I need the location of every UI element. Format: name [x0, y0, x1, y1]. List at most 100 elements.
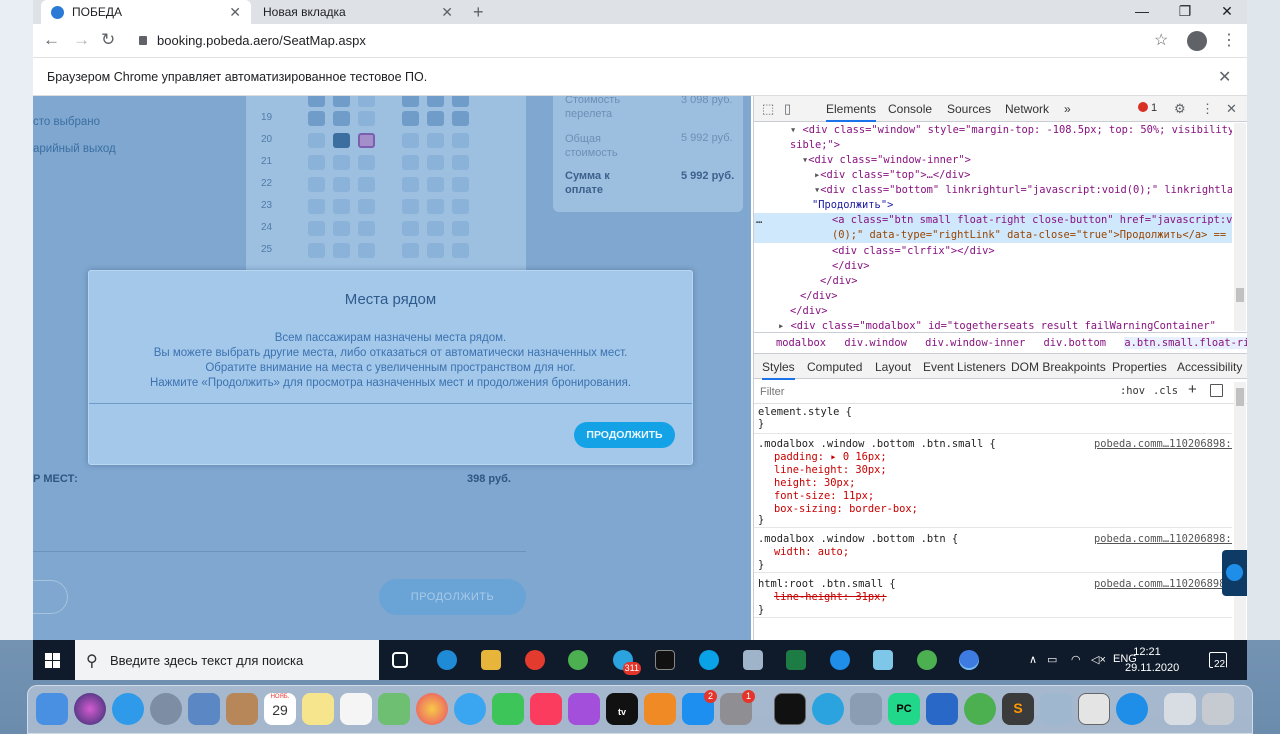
dom-node[interactable]: ▾<div class="bottom" linkrighturl="javas…	[814, 183, 1232, 198]
devtools-tab-console[interactable]: Console	[888, 102, 932, 116]
seat[interactable]	[402, 243, 419, 258]
seat[interactable]	[358, 243, 375, 258]
reload-icon[interactable]: ↻	[101, 30, 115, 50]
tab-properties[interactable]: Properties	[1112, 360, 1167, 374]
tab-computed[interactable]: Computed	[807, 360, 862, 374]
seat[interactable]	[452, 199, 469, 214]
account-icon[interactable]	[1187, 31, 1207, 51]
seat[interactable]	[452, 177, 469, 192]
devtools-menu-icon[interactable]: ⋮	[1201, 101, 1214, 117]
seat[interactable]	[358, 111, 375, 126]
launchpad-icon[interactable]	[150, 693, 182, 725]
seat[interactable]	[333, 243, 350, 258]
lock-icon[interactable]	[139, 36, 147, 45]
telegram-icon[interactable]: 311	[613, 650, 641, 675]
activity-monitor-icon[interactable]	[1078, 693, 1110, 725]
teamviewer-widget[interactable]	[1222, 550, 1247, 596]
seat[interactable]	[308, 96, 325, 107]
seat[interactable]	[452, 221, 469, 236]
css-property[interactable]: box-sizing: border-box;	[774, 503, 918, 516]
element-style-selector[interactable]: element.style {	[758, 406, 852, 419]
calendar-icon[interactable]: НОЯБ. 29	[264, 693, 296, 725]
class-toggle[interactable]: .cls	[1153, 385, 1178, 397]
seat[interactable]	[308, 111, 325, 126]
breadcrumb-item[interactable]: div.bottom	[1044, 337, 1107, 349]
seat[interactable]	[308, 133, 325, 148]
restore-icon[interactable]: ❐	[1165, 0, 1205, 24]
seat[interactable]	[402, 155, 419, 170]
music-icon[interactable]	[530, 693, 562, 725]
more-tabs-icon[interactable]: »	[1064, 102, 1071, 116]
seat[interactable]	[402, 111, 419, 126]
chrome-icon[interactable]	[917, 650, 937, 670]
error-counter[interactable]: 1	[1138, 102, 1157, 114]
tab-new[interactable]: Новая вкладка ✕	[253, 0, 463, 24]
excel-icon[interactable]	[786, 650, 806, 670]
back-button[interactable]	[33, 580, 68, 614]
seat[interactable]	[308, 243, 325, 258]
skype-icon[interactable]	[699, 650, 719, 670]
facetime-icon[interactable]	[492, 693, 524, 725]
close-tab-icon[interactable]: ✕	[229, 4, 241, 21]
seat[interactable]	[402, 177, 419, 192]
tab-styles[interactable]: Styles	[762, 360, 795, 380]
close-devtools-icon[interactable]: ✕	[1226, 101, 1237, 117]
seat[interactable]	[333, 199, 350, 214]
seat[interactable]	[427, 133, 444, 148]
css-source-link[interactable]: pobeda.comm…110206898:5	[1094, 533, 1232, 546]
seat[interactable]	[452, 96, 469, 107]
notes-icon[interactable]	[302, 693, 334, 725]
app-store-icon[interactable]: 2	[682, 690, 717, 725]
chrome-icon[interactable]	[568, 650, 588, 670]
battery-icon[interactable]: ▭	[1047, 653, 1057, 666]
preview-icon[interactable]	[188, 693, 220, 725]
seat[interactable]	[358, 199, 375, 214]
apple-tv-icon[interactable]: tv	[606, 693, 638, 725]
seat[interactable]	[427, 221, 444, 236]
trash-icon[interactable]	[1202, 693, 1234, 725]
back-arrow-icon[interactable]: ←	[43, 30, 60, 50]
terminal-icon[interactable]	[655, 650, 675, 670]
yandex-browser-icon[interactable]	[525, 650, 545, 670]
siri-icon[interactable]	[74, 693, 106, 725]
photos-icon[interactable]	[416, 693, 448, 725]
reminders-icon[interactable]	[340, 693, 372, 725]
breadcrumb-item[interactable]: modalbox	[776, 337, 826, 349]
selected-dom-node[interactable]: … <a class="btn small float-right close-…	[754, 213, 1232, 243]
css-property[interactable]: font-size: 11px;	[774, 490, 874, 503]
seat[interactable]	[308, 155, 325, 170]
minimize-icon[interactable]: —	[1122, 0, 1162, 24]
seat[interactable]	[427, 96, 444, 107]
seat-selected[interactable]	[333, 133, 350, 148]
file-explorer-icon[interactable]	[481, 650, 501, 670]
css-property[interactable]: width: auto;	[774, 546, 849, 559]
contacts-icon[interactable]	[226, 693, 258, 725]
seat[interactable]	[308, 221, 325, 236]
overridden-css-property[interactable]: line-height: 31px;	[774, 591, 887, 604]
seat[interactable]	[358, 155, 375, 170]
wifi-icon[interactable]: ◠	[1071, 653, 1081, 666]
devtools-tab-sources[interactable]: Sources	[947, 102, 991, 116]
styles-scrollbar[interactable]	[1234, 382, 1246, 640]
seat[interactable]	[427, 199, 444, 214]
seat[interactable]	[452, 243, 469, 258]
seat[interactable]	[358, 96, 375, 107]
seat[interactable]	[333, 111, 350, 126]
safari-icon[interactable]	[112, 693, 144, 725]
node-ellipsis-icon[interactable]: …	[756, 213, 762, 228]
seat[interactable]	[452, 133, 469, 148]
seat[interactable]	[358, 221, 375, 236]
screenshot-icon[interactable]	[850, 693, 882, 725]
tab-pobeda[interactable]: ПОБЕДА ✕	[41, 0, 251, 24]
dom-scrollbar-thumb[interactable]	[1236, 288, 1244, 302]
styles-filter-input[interactable]	[760, 384, 1040, 400]
seat[interactable]	[333, 221, 350, 236]
seat[interactable]	[452, 155, 469, 170]
modal-continue-button[interactable]: ПРОДОЛЖИТЬ	[574, 422, 675, 448]
seat[interactable]	[333, 96, 350, 107]
chrome-active-icon[interactable]	[959, 650, 979, 670]
seat[interactable]	[427, 177, 444, 192]
messages-icon[interactable]	[454, 693, 486, 725]
edge-icon[interactable]	[437, 650, 457, 670]
css-selector[interactable]: .modalbox .window .bottom .btn.small {	[758, 438, 996, 451]
